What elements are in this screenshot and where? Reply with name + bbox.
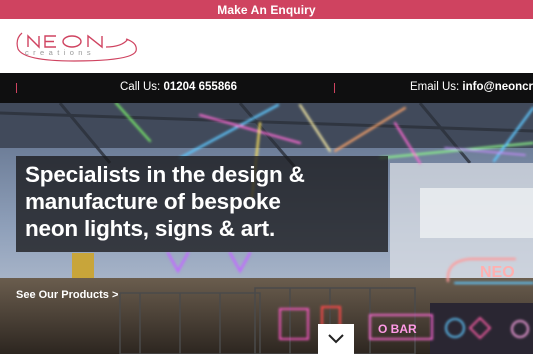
site-header: creations (0, 19, 533, 73)
divider (334, 83, 335, 93)
neon-sign-text: NEO (480, 264, 515, 281)
enquiry-link[interactable]: Make An Enquiry (217, 3, 315, 17)
neon-creations-logo[interactable] (14, 27, 138, 67)
logo-subtext: creations (25, 48, 96, 57)
neon-sign-text: O BAR (378, 322, 417, 336)
scroll-down-button[interactable] (318, 324, 354, 354)
email-contact[interactable]: Email Us: info@neoncreati (410, 81, 533, 93)
chevron-down-icon (328, 334, 344, 344)
see-our-products-link[interactable]: See Our Products > (16, 289, 118, 301)
headline-line: manufacture of bespoke (25, 189, 281, 214)
phone-label: Call Us: (120, 81, 161, 93)
phone-number[interactable]: 01204 655866 (163, 81, 237, 93)
hero-headline: Specialists in the design & manufacture … (25, 161, 385, 242)
headline-line: Specialists in the design & (25, 162, 305, 187)
email-label: Email Us: (410, 81, 460, 93)
headline-line: neon lights, signs & art. (25, 216, 276, 241)
hero-section: O BAR NEO Specialists in the design & ma… (0, 103, 533, 354)
divider (16, 83, 17, 93)
phone-contact[interactable]: Call Us: 01204 655866 (120, 81, 237, 93)
email-address[interactable]: info@neoncreati (462, 81, 533, 93)
enquiry-bar[interactable]: Make An Enquiry (0, 0, 533, 19)
contact-bar: Call Us: 01204 655866 Email Us: info@neo… (0, 73, 533, 103)
